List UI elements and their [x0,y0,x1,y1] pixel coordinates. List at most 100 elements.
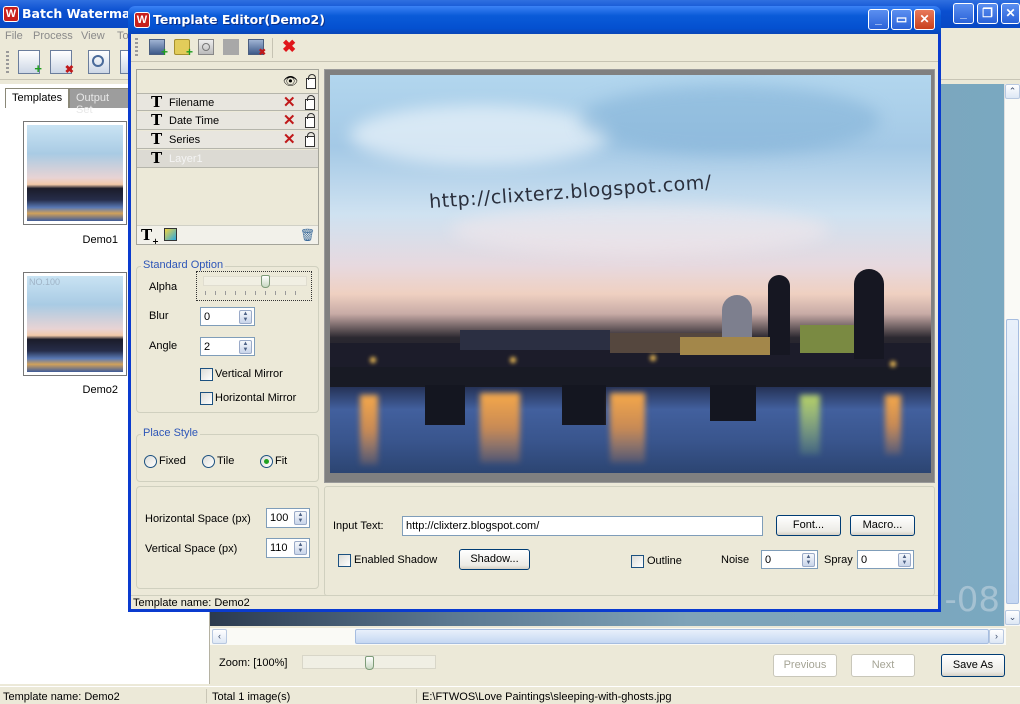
enabled-shadow-checkbox[interactable] [338,554,351,567]
vertical-scroll-thumb[interactable] [1006,319,1019,604]
blur-label: Blur [149,310,169,322]
shadow-button[interactable]: Shadow... [459,549,530,570]
add-image-layer-icon[interactable] [164,228,177,241]
close-red-x-icon[interactable]: ✖ [282,38,298,55]
dialog-close-button[interactable]: ✕ [914,9,935,30]
status-separator [206,689,207,703]
open-folder-icon[interactable]: + [174,39,193,59]
scroll-up-button[interactable]: ⌃ [1005,84,1020,99]
template-preview-image[interactable]: http://clixterz.blogspot.com/ [330,75,931,473]
spinner-arrows-icon[interactable]: ▲ ▼ [802,553,815,567]
delete-layer-icon[interactable]: ✕ [283,113,296,129]
spray-spinner[interactable]: 0 ▲ ▼ [857,550,914,569]
place-style-group: Place Style Fixed Tile Fit [136,427,319,482]
tab-templates[interactable]: Templates [5,88,69,108]
tab-output-settings[interactable]: Output Set [69,88,133,116]
blur-spinner[interactable]: 0 ▲ ▼ [200,307,255,326]
vertical-scrollbar[interactable]: ⌃ ⌄ [1004,84,1020,626]
delete-image-icon[interactable]: ✖ [248,39,266,57]
scroll-right-button[interactable]: › [989,629,1004,644]
menu-file[interactable]: File [5,30,23,42]
template-thumb-demo2[interactable]: NO.100 [23,272,127,376]
scroll-left-button[interactable]: ‹ [212,629,227,644]
alpha-slider[interactable] [196,271,312,301]
previous-button[interactable]: Previous [773,654,837,677]
city-light [510,357,516,363]
horizontal-space-spinner[interactable]: 100 ▲ ▼ [266,508,310,528]
background-image-text: -08 [944,580,1000,620]
menu-process[interactable]: Process [33,30,73,42]
radio-fixed-label: Fixed [159,455,186,467]
remove-file-icon[interactable]: ✖ [50,50,74,76]
trash-icon[interactable]: 🗑 [300,228,315,242]
bridge-pier [562,385,606,425]
spinner-arrows-icon[interactable]: ▲ ▼ [294,511,307,525]
toolbar-grip[interactable] [135,38,138,56]
input-text-field[interactable] [402,516,763,536]
main-minimize-button[interactable]: _ [953,3,974,24]
save-as-button[interactable]: Save As [941,654,1005,677]
text-layer-icon: T [151,130,163,148]
spinner-arrows-icon[interactable]: ▲ ▼ [239,340,252,354]
horizontal-mirror-checkbox[interactable] [200,392,213,405]
dialog-title-bar[interactable]: W Template Editor(Demo2) _ ▭ ✕ [128,6,941,34]
layer-row-layer1-selected[interactable]: T Layer1 [137,150,318,168]
layer-row-filename[interactable]: T Filename ✕ [137,93,318,111]
alpha-slider-ticks [205,291,305,295]
layer-row-date-time[interactable]: T Date Time ✕ [137,112,318,130]
toolbar-grip[interactable] [6,51,9,75]
font-button[interactable]: Font... [776,515,841,536]
city-light [890,361,896,367]
app-icon: W [3,6,19,22]
lock-icon[interactable] [305,132,315,147]
main-close-button[interactable]: ✕ [1001,3,1020,24]
add-file-icon[interactable]: + [18,50,42,76]
horizontal-scroll-thumb[interactable] [355,629,989,644]
template-thumb-demo1[interactable] [23,121,127,225]
dialog-minimize-button[interactable]: _ [868,9,889,30]
main-restore-button[interactable]: ❐ [977,3,998,24]
preview-icon[interactable] [198,39,214,55]
angle-spinner[interactable]: 2 ▲ ▼ [200,337,255,356]
spinner-arrows-icon[interactable]: ▲ ▼ [898,553,911,567]
lock-icon[interactable] [305,95,315,110]
water-reflection [885,395,901,455]
alpha-slider-track [203,276,307,286]
radio-tile[interactable] [202,455,215,468]
horizontal-scrollbar[interactable]: ‹ › [210,628,1006,645]
scroll-down-button[interactable]: ⌄ [1005,610,1020,625]
cloud-shape [580,85,880,155]
vertical-space-spinner[interactable]: 110 ▲ ▼ [266,538,310,558]
alpha-slider-thumb[interactable] [261,275,271,288]
zoom-slider[interactable] [302,655,436,670]
radio-fit[interactable] [260,455,273,468]
preview-search-icon[interactable] [88,50,110,74]
input-text-label: Input Text: [333,520,384,532]
bridge-deck [330,367,931,387]
vertical-mirror-checkbox[interactable] [200,368,213,381]
next-button[interactable]: Next [851,654,915,677]
layer-row-series[interactable]: T Series ✕ [137,131,318,149]
spinner-arrows-icon[interactable]: ▲ ▼ [294,541,307,555]
dialog-maximize-button[interactable]: ▭ [891,9,912,30]
noise-spinner[interactable]: 0 ▲ ▼ [761,550,818,569]
radio-fixed[interactable] [144,455,157,468]
horizontal-space-value: 100 [270,512,289,524]
new-template-icon[interactable]: + [149,39,168,59]
spinner-arrows-icon[interactable]: ▲ ▼ [239,310,252,324]
horizontal-mirror-label: Horizontal Mirror [215,392,297,404]
delete-layer-icon[interactable]: ✕ [283,95,296,111]
template-overlay-text: NO.100 [29,277,61,287]
menu-view[interactable]: View [81,30,105,42]
layer-name: Filename [169,97,215,109]
menu-tools[interactable]: To [117,30,129,42]
layers-footer: T+ 🗑 [137,225,318,246]
add-text-layer-icon[interactable]: T+ [141,226,159,246]
macro-button[interactable]: Macro... [850,515,915,536]
water-reflection [800,395,820,455]
zoom-slider-thumb[interactable] [365,656,374,670]
delete-layer-icon[interactable]: ✕ [283,132,296,148]
outline-checkbox[interactable] [631,555,644,568]
lock-icon[interactable] [305,113,315,128]
spray-value: 0 [861,554,868,566]
